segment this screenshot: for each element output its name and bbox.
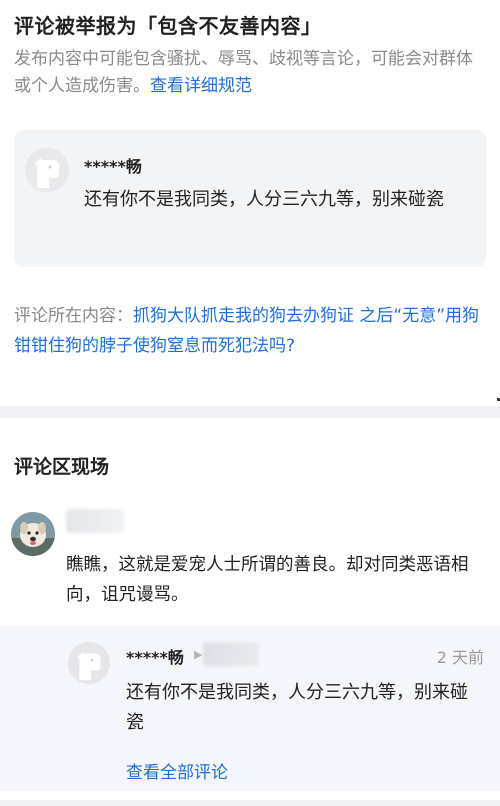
blurred-username bbox=[66, 509, 124, 533]
section-divider bbox=[0, 406, 500, 418]
reply-text: 还有你不是我同类，人分三六九等，别来碰瓷 bbox=[126, 682, 468, 733]
reported-text: 还有你不是我同类，人分三六九等，别来碰瓷 bbox=[84, 189, 444, 210]
bottom-divider bbox=[0, 800, 500, 806]
reply-thread: *****畅 ▶ 2 天前 还有你不是我同类，人分三六九等，别来碰瓷 查看全部评… bbox=[0, 626, 500, 791]
details-link[interactable]: 查看详细规范 bbox=[150, 76, 252, 96]
dog-avatar-icon[interactable] bbox=[68, 642, 110, 684]
parent-comment-text: 瞧瞧，这就是爱宠人士所谓的善良。却对同类恶语相向，诅咒谩骂。 bbox=[66, 555, 469, 605]
reply-timestamp: 2 天前 bbox=[436, 648, 484, 667]
reported-author: *****畅 bbox=[84, 157, 142, 176]
reported-comment-card: *****畅 还有你不是我同类，人分三六九等，别来碰瓷 bbox=[14, 130, 486, 267]
dog-photo-avatar[interactable] bbox=[11, 512, 55, 556]
reply-arrow-icon: ▶ bbox=[194, 648, 203, 661]
report-header: 评论被举报为「包含不友善内容」 发布内容中可能包含骚扰、辱骂、歧视等言论，可能会… bbox=[0, 0, 500, 100]
blurred-reply-target bbox=[203, 642, 259, 666]
reply-author: *****畅 bbox=[126, 648, 184, 667]
context-label: 评论所在内容： bbox=[14, 306, 133, 326]
report-description: 发布内容中可能包含骚扰、辱骂、歧视等言论，可能会对群体或个人造成伤害。查看详细规… bbox=[14, 46, 486, 100]
page-title: 评论被举报为「包含不友善内容」 bbox=[14, 14, 322, 38]
view-all-comments-link[interactable]: 查看全部评论 bbox=[126, 758, 228, 783]
comment-scene-title: 评论区现场 bbox=[14, 456, 110, 478]
dog-avatar-icon bbox=[25, 148, 69, 192]
context-line: 评论所在内容：抓狗大队抓走我的狗去办狗证 之后“无意”用狗钳钳住狗的脖子使狗窒息… bbox=[14, 301, 486, 361]
